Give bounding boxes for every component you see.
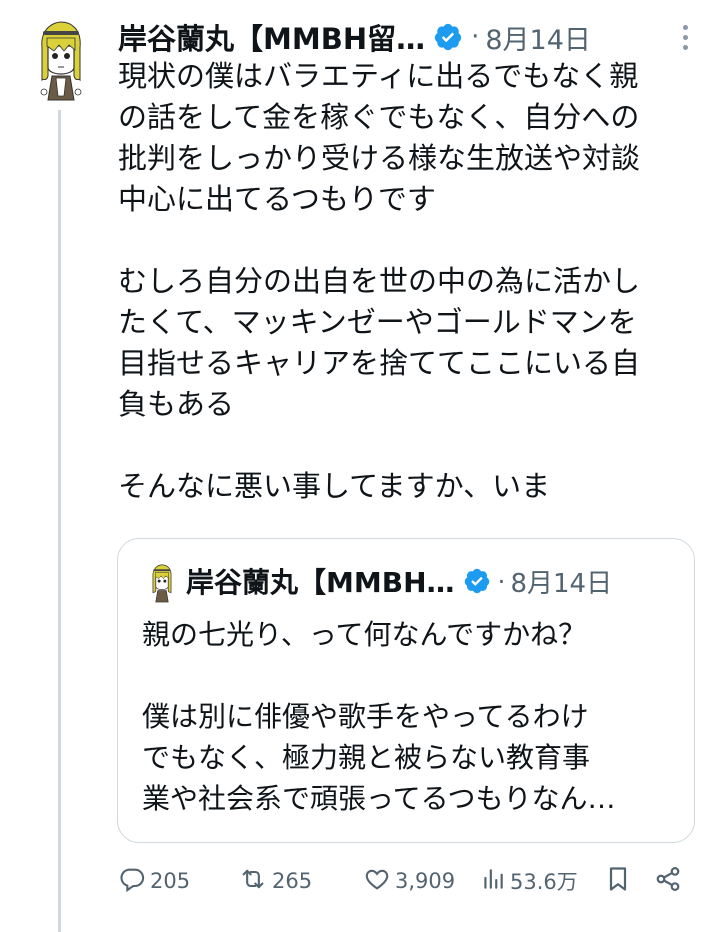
quoted-separator: · [497, 566, 506, 596]
tweet-date[interactable]: 8月14日 [485, 18, 591, 57]
verified-badge-icon [433, 22, 463, 52]
repost-icon [238, 865, 268, 898]
repost-button[interactable]: 265 [238, 858, 312, 904]
action-bar: 205 265 3,909 53.6万 [118, 858, 688, 904]
quoted-author-name: 岸谷蘭丸【MMBH… [186, 566, 455, 599]
reply-count: 205 [150, 869, 191, 893]
quoted-avatar [148, 563, 176, 603]
tweet-text: 現状の僕はバラエティに出るでもなく親 の話をして金を稼ぐでもなく、自分への 批判… [118, 59, 641, 503]
views-icon [480, 865, 506, 898]
reply-icon [118, 865, 146, 898]
like-button[interactable]: 3,909 [363, 858, 455, 904]
reply-button[interactable]: 205 [118, 858, 190, 904]
verified-badge-icon [463, 567, 491, 595]
quoted-date: 8月14日 [510, 568, 613, 599]
avatar[interactable] [34, 18, 88, 102]
more-icon[interactable] [670, 20, 700, 54]
share-icon [654, 865, 682, 898]
views-button[interactable]: 53.6万 [480, 858, 578, 904]
bookmark-button[interactable] [604, 858, 632, 904]
bookmark-icon [604, 864, 632, 899]
header-separator: · [471, 22, 480, 52]
like-icon [363, 865, 391, 898]
quoted-text: 親の七光り、って何なんですかね？ 僕は別に俳優や歌手をやってるわけ でもなく、極… [142, 618, 616, 815]
views-count: 53.6万 [510, 870, 578, 894]
thread-connector-line [58, 110, 61, 932]
author-name[interactable]: 岸谷蘭丸【MMBH留… [118, 16, 425, 58]
quoted-header: 岸谷蘭丸【MMBH… · 8月14日 [186, 559, 612, 603]
repost-count: 265 [272, 869, 313, 893]
quoted-tweet[interactable]: 岸谷蘭丸【MMBH… · 8月14日 親の七光り、って何なんですかね？ 僕は別に… [117, 538, 695, 843]
like-count: 3,909 [395, 869, 456, 893]
share-button[interactable] [654, 858, 682, 904]
tweet-header: 岸谷蘭丸【MMBH留… · 8月14日 [118, 14, 708, 60]
